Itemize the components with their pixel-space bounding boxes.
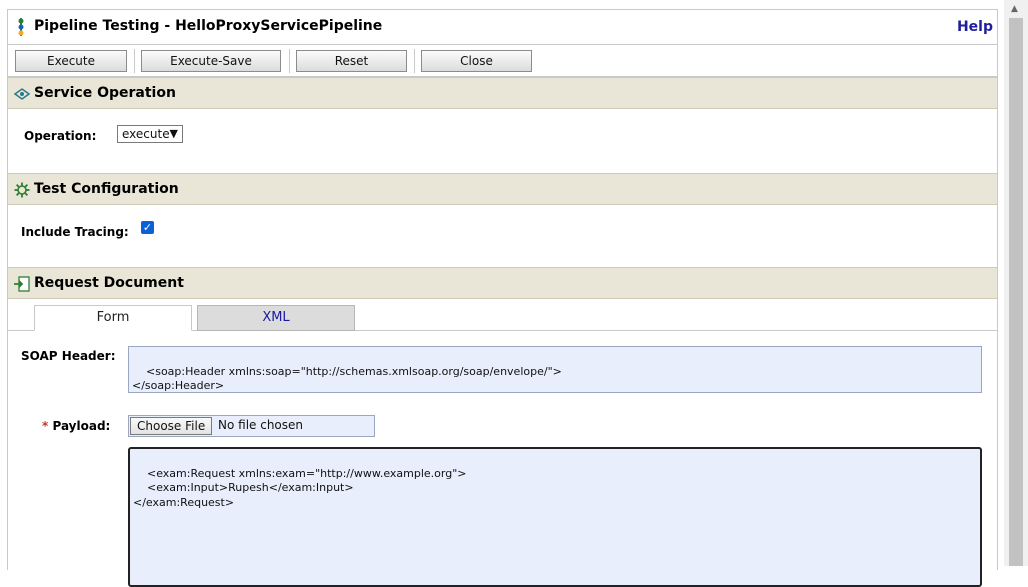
payload-file-input[interactable]: Choose File No file chosen [128,415,375,437]
include-tracing-checkbox[interactable]: ✓ [141,221,154,234]
operation-select-value: execute [122,127,170,141]
payload-textarea[interactable]: <exam:Request xmlns:exam="http://www.exa… [128,447,982,587]
service-operation-header: Service Operation [8,77,997,109]
scrollbar-thumb[interactable] [1009,18,1023,566]
soap-header-textarea[interactable]: <soap:Header xmlns:soap="http://schemas.… [128,346,982,393]
chevron-down-icon: ▼ [169,127,178,140]
gear-icon [14,182,30,198]
import-document-icon [14,276,30,292]
tab-xml[interactable]: XML [197,305,355,331]
close-button[interactable]: Close [421,50,532,72]
request-document-title: Request Document [34,275,184,291]
required-asterisk: * [42,419,49,433]
payload-label: Payload: [52,419,111,433]
include-tracing-label: Include Tracing: [21,225,129,239]
choose-file-button[interactable]: Choose File [130,417,213,435]
title-bar: Pipeline Testing - HelloProxyServicePipe… [8,10,997,45]
tab-form[interactable]: Form [34,305,192,331]
payload-label-row: * Payload: [42,419,110,433]
pipeline-testing-panel: Pipeline Testing - HelloProxyServicePipe… [7,9,998,587]
page-title: Pipeline Testing - HelloProxyServicePipe… [34,18,383,34]
operation-select[interactable]: execute ▼ [117,125,183,143]
soap-header-text: <soap:Header xmlns:soap="http://schemas.… [132,364,562,393]
vertical-scrollbar[interactable]: ▲ [1004,0,1028,566]
toolbar-divider [289,49,290,73]
operation-label: Operation: [24,129,97,143]
execute-button[interactable]: Execute [15,50,127,72]
service-operation-icon [13,86,31,102]
resize-handle-icon[interactable] [971,382,979,390]
file-status-text: No file chosen [218,418,304,432]
pipeline-icon [16,18,26,36]
payload-text: <exam:Request xmlns:exam="http://www.exa… [133,466,467,509]
toolbar-divider [134,49,135,73]
test-configuration-header: Test Configuration [8,173,997,205]
execute-save-button[interactable]: Execute-Save [141,50,281,72]
service-operation-title: Service Operation [34,85,176,101]
help-link[interactable]: Help [957,19,993,35]
test-configuration-title: Test Configuration [34,181,179,197]
toolbar-divider [414,49,415,73]
scroll-up-arrow-icon[interactable]: ▲ [1011,4,1018,14]
request-document-header: Request Document [8,267,997,299]
soap-header-label: SOAP Header: [21,349,116,363]
reset-button[interactable]: Reset [296,50,407,72]
toolbar: Execute Execute-Save Reset Close [8,45,997,77]
